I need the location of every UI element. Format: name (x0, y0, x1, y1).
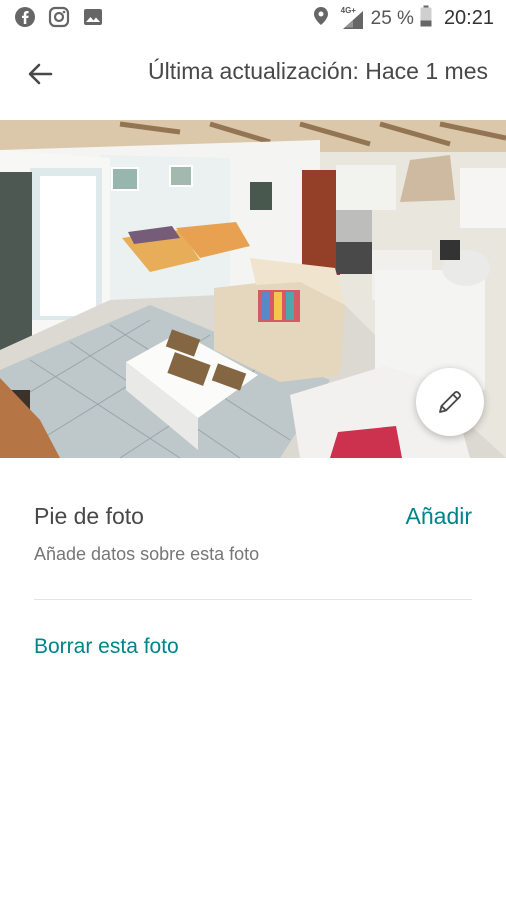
signal-icon: 4G+ (339, 6, 365, 30)
back-button[interactable] (20, 56, 60, 92)
pencil-icon (439, 390, 462, 413)
system-indicators: 4G+ 25 % 20:21 (313, 5, 494, 32)
arrow-left-icon (28, 63, 53, 85)
clock: 20:21 (443, 7, 494, 29)
edit-photo-button[interactable] (416, 368, 484, 436)
caption-label: Pie de foto (34, 503, 144, 529)
divider (34, 599, 472, 600)
battery-icon (420, 5, 432, 32)
notification-icons (14, 6, 104, 33)
delete-photo-button[interactable]: Borrar esta foto (34, 635, 179, 659)
status-bar: 4G+ 25 % 20:21 (0, 0, 506, 34)
app-header: Última actualización: Hace 1 mes (0, 40, 506, 108)
facebook-icon (14, 6, 36, 33)
location-icon (313, 6, 329, 31)
caption-hint: Añade datos sobre esta foto (34, 544, 260, 564)
battery-percent: 25 % (370, 7, 414, 29)
page-title: Última actualización: Hace 1 mes (147, 58, 488, 84)
gallery-icon (82, 6, 104, 33)
listing-photo (0, 120, 506, 458)
add-caption-button[interactable]: Añadir (406, 503, 472, 530)
instagram-icon (48, 6, 70, 33)
